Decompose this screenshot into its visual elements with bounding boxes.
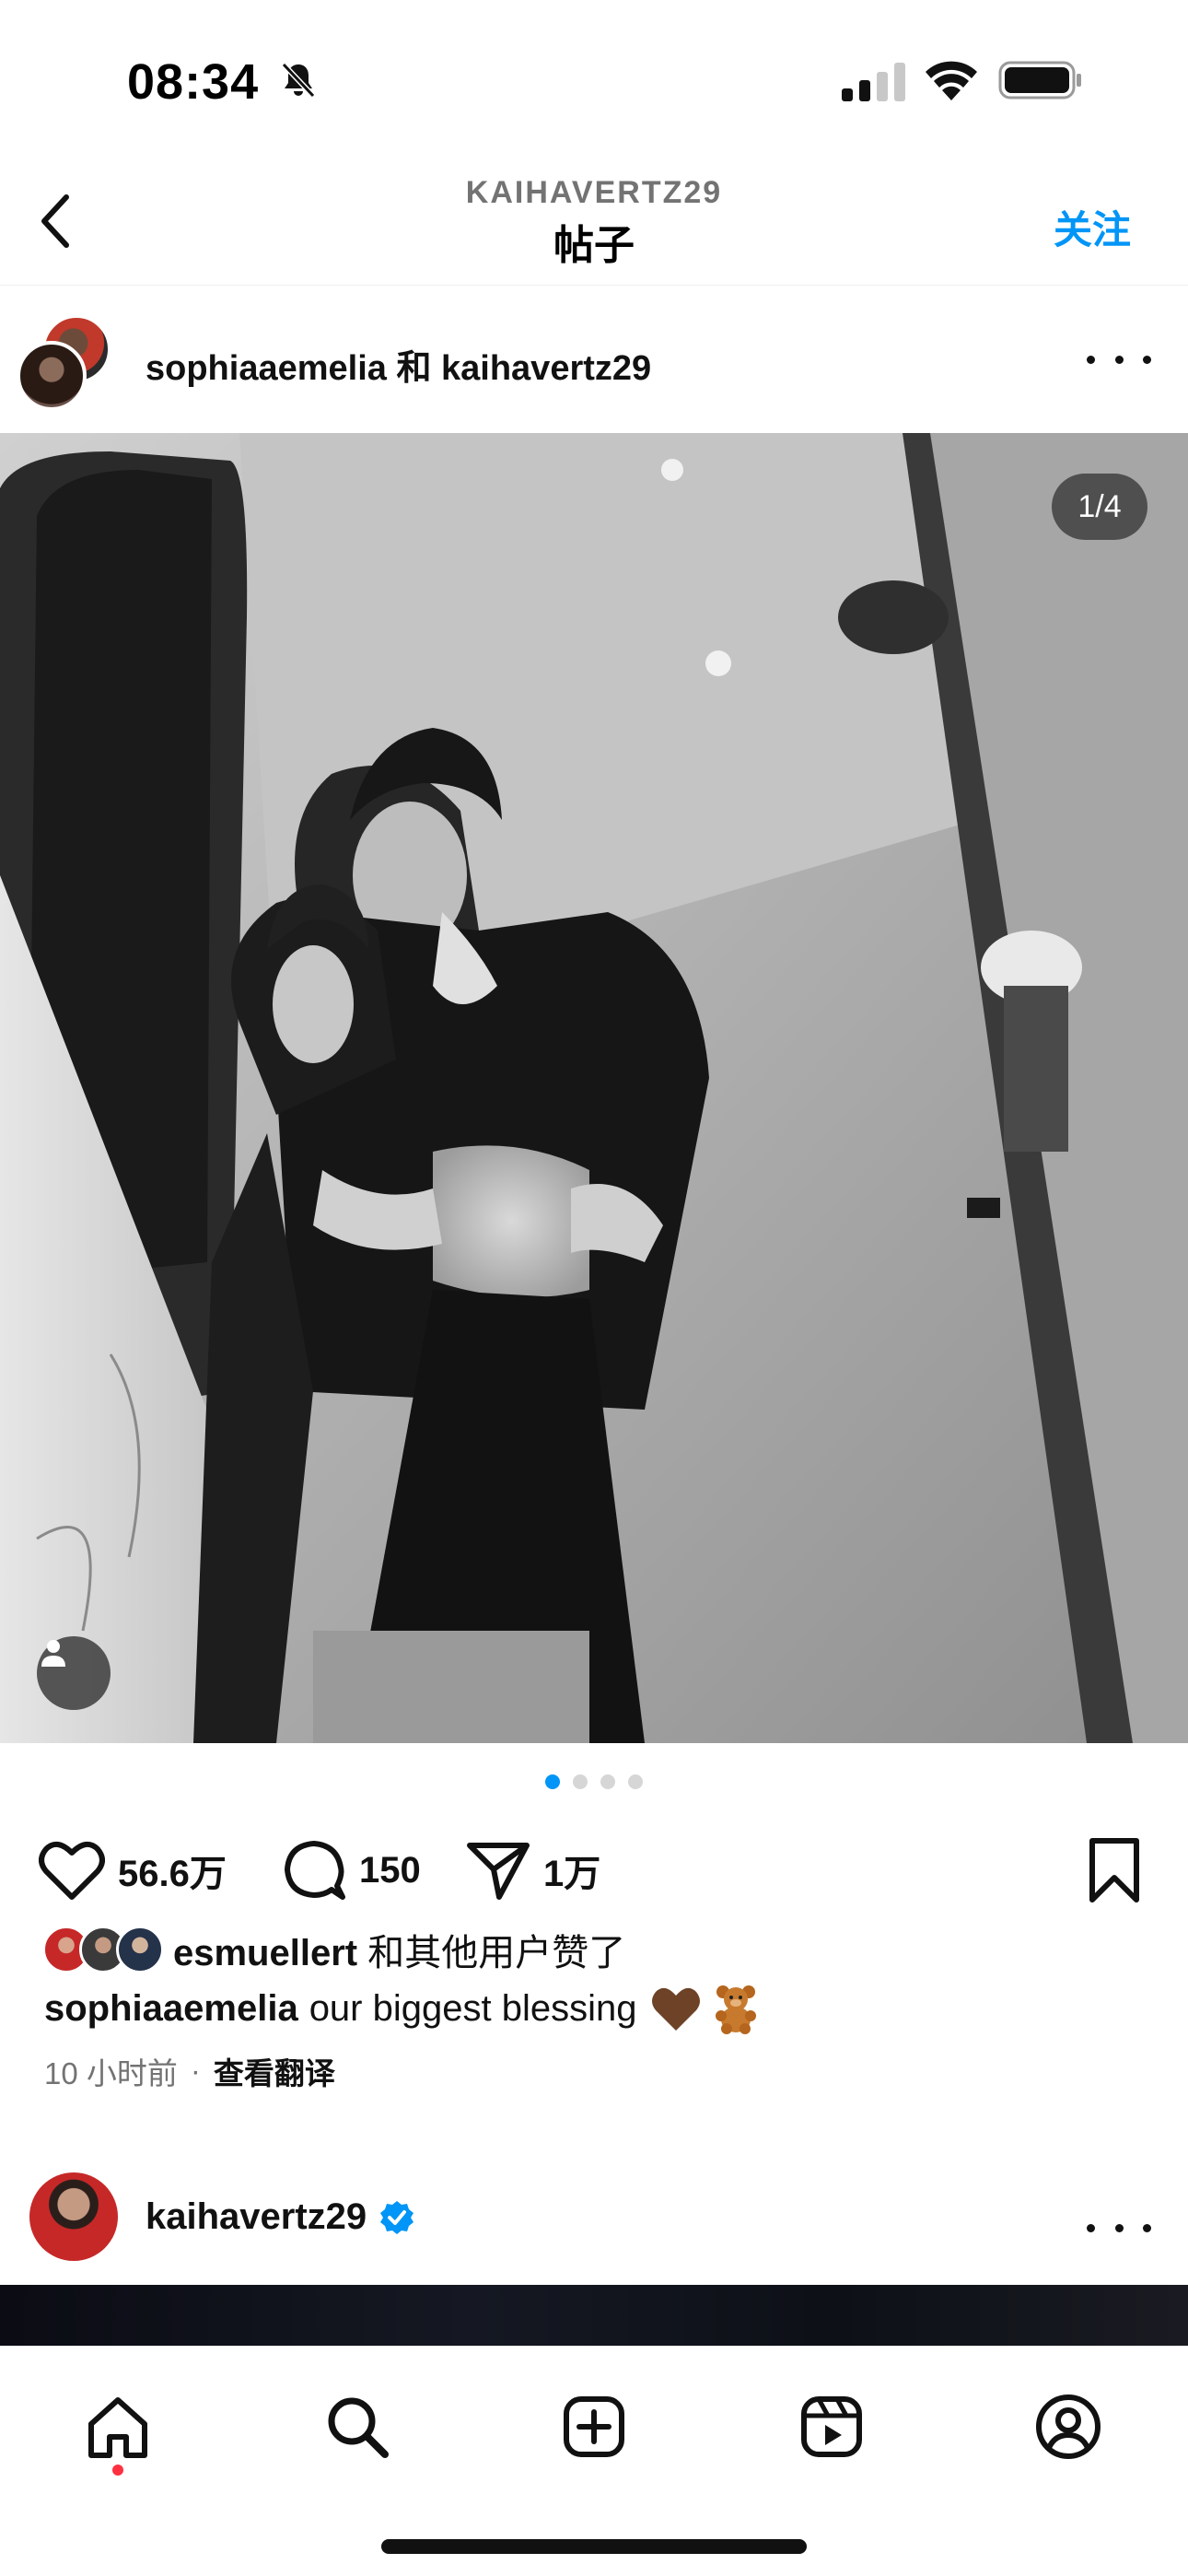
next-post-author[interactable]: kaihavertz29 <box>146 2196 414 2238</box>
post-photo[interactable]: 1/4 <box>0 433 1188 1743</box>
post-header: sophiaaemelia 和 kaihavertz29 <box>0 295 1188 433</box>
liked-by-username[interactable]: esmuellert <box>173 1933 357 1973</box>
post-authors[interactable]: sophiaaemelia 和 kaihavertz29 <box>146 339 651 390</box>
comment-bubble-icon <box>285 1841 345 1900</box>
share-button[interactable]: 1万 <box>466 1833 600 1907</box>
post-more-button[interactable] <box>1087 341 1151 378</box>
tagged-people-button[interactable] <box>37 1636 111 1710</box>
carousel-dot-2 <box>573 1774 588 1789</box>
home-icon <box>88 2397 147 2458</box>
comment-count: 150 <box>359 1849 421 1891</box>
battery-icon <box>998 61 1081 100</box>
page-title: 帖子 <box>553 223 635 268</box>
collab-avatars[interactable] <box>17 315 112 411</box>
notification-dot <box>112 2465 123 2476</box>
home-indicator <box>381 2539 807 2554</box>
more-dots-icon <box>1087 355 1095 364</box>
more-dots-icon <box>1087 2223 1095 2232</box>
like-count: 56.6万 <box>118 1854 227 1894</box>
carousel-indicator <box>0 1774 1188 1793</box>
photo-image <box>0 433 1188 1743</box>
cellular-signal-icon <box>842 63 905 101</box>
caption-username[interactable]: sophiaaemelia <box>44 1988 298 2030</box>
liked-by-text: esmuellert 和其他用户赞了 <box>173 1923 625 1976</box>
tab-profile[interactable] <box>1027 2385 1110 2468</box>
follow-button[interactable]: 关注 <box>1054 199 1131 255</box>
reels-icon <box>801 2396 862 2457</box>
caption-text: our biggest blessing <box>309 1987 637 2029</box>
verified-badge-icon <box>380 2200 414 2234</box>
post-actions: 56.6万 150 1万 <box>0 1824 1188 1916</box>
post-timestamp: 10 小时前 <box>44 2056 178 2090</box>
liked-by-suffix: 和其他用户赞了 <box>357 1933 626 1973</box>
next-post-header: kaihavertz29 <box>0 2165 1188 2285</box>
create-icon <box>564 2396 624 2457</box>
liked-by-row[interactable]: esmuellert 和其他用户赞了 <box>42 1922 625 1977</box>
profile-icon <box>1036 2395 1101 2459</box>
tab-home[interactable] <box>76 2385 159 2468</box>
top-navigation: KAIHAVERTZ29 帖子 关注 <box>0 157 1188 286</box>
next-post-image[interactable] <box>0 2285 1188 2346</box>
brown-heart-icon <box>652 1987 701 2031</box>
status-time: 08:34 <box>127 54 260 110</box>
paper-plane-icon <box>467 1843 530 1900</box>
slide-counter: 1/4 <box>1052 474 1147 540</box>
comment-button[interactable]: 150 <box>282 1833 421 1907</box>
liked-by-avatars <box>42 1924 168 1975</box>
see-translation-link[interactable]: 查看翻译 <box>214 2049 335 2093</box>
share-count: 1万 <box>543 1854 601 1894</box>
tab-search[interactable] <box>316 2385 399 2468</box>
post-caption: sophiaaemelia our biggest blessing <box>44 1983 762 2034</box>
avatar <box>116 1926 164 1973</box>
carousel-dot-3 <box>600 1774 615 1789</box>
tab-create[interactable] <box>553 2385 635 2468</box>
heart-icon <box>39 1841 105 1900</box>
bell-slash-icon <box>281 62 316 99</box>
person-icon <box>41 1640 65 1667</box>
bookmark-icon[interactable] <box>1085 1837 1144 1903</box>
wifi-icon <box>926 61 977 100</box>
carousel-dot-4 <box>628 1774 643 1789</box>
teddy-bear-icon <box>716 1985 757 2034</box>
profile-username-subtitle: KAIHAVERTZ29 <box>465 175 723 210</box>
like-button[interactable]: 56.6万 <box>39 1833 227 1907</box>
status-bar: 08:34 <box>0 0 1188 157</box>
avatar-sophiaaemelia <box>17 341 87 411</box>
tab-reels[interactable] <box>790 2385 873 2468</box>
post-meta: 10 小时前 · 查看翻译 <box>44 2049 335 2093</box>
next-post-more-button[interactable] <box>1087 2209 1151 2246</box>
search-icon <box>328 2397 389 2458</box>
meta-separator: · <box>190 2054 201 2088</box>
next-post-username[interactable]: kaihavertz29 <box>146 2196 367 2238</box>
avatar-kaihavertz29[interactable] <box>29 2172 118 2261</box>
carousel-dot-1 <box>545 1774 560 1789</box>
